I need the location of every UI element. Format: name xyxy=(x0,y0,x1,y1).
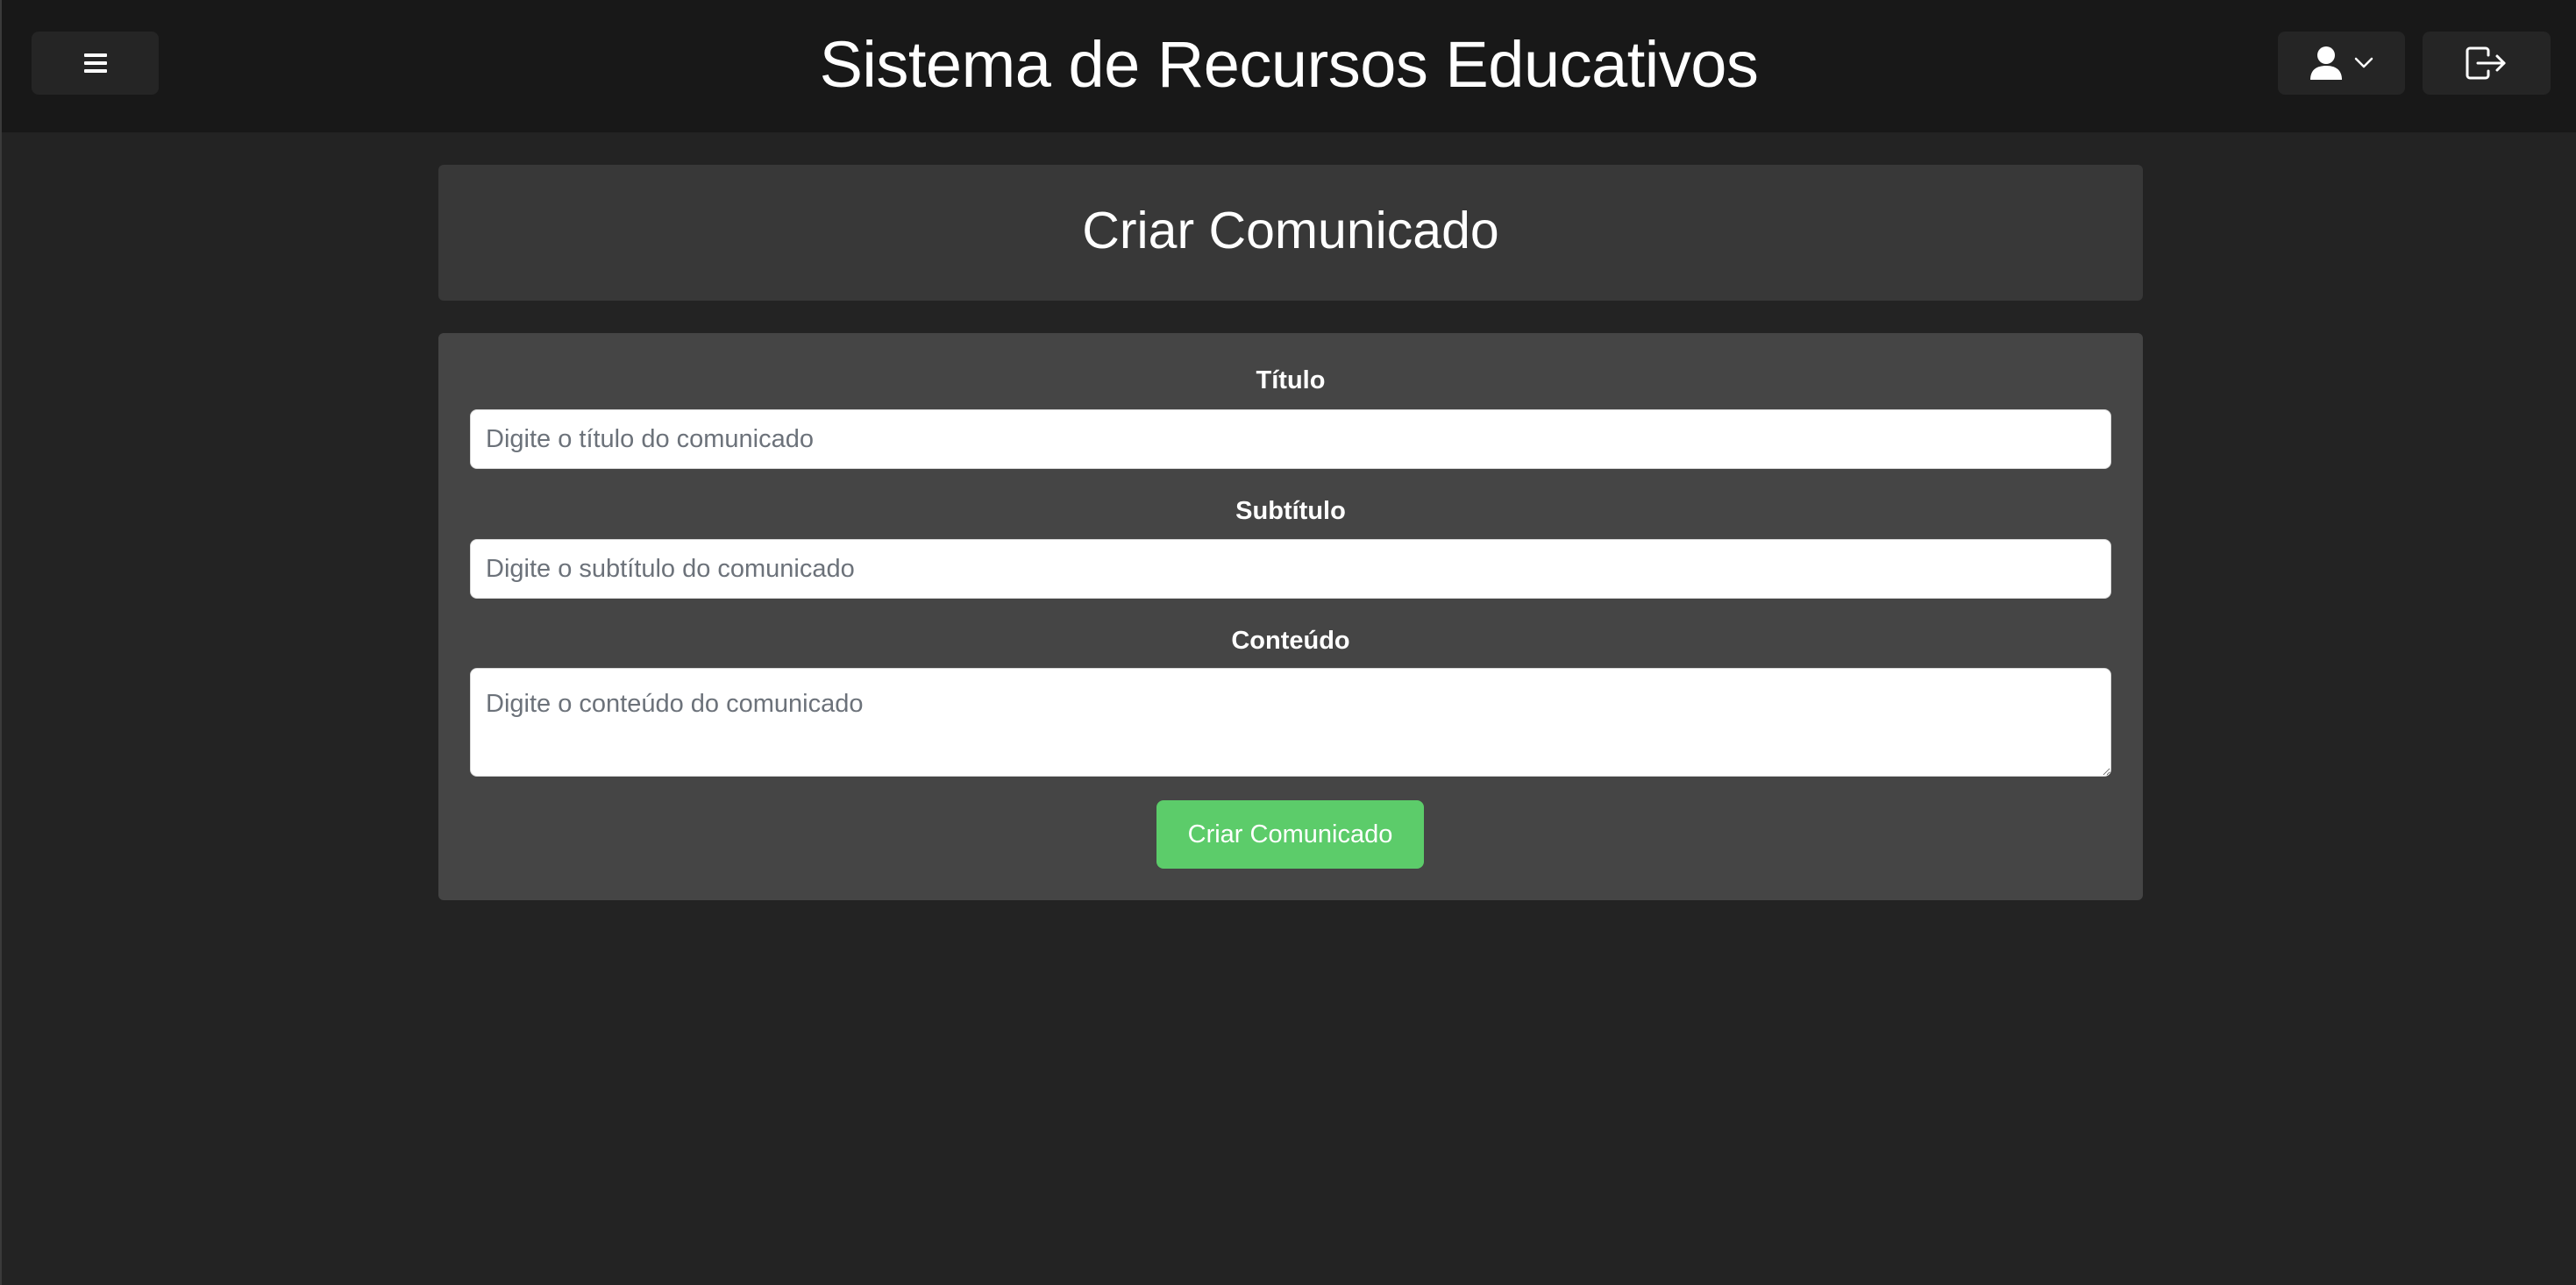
content-textarea[interactable] xyxy=(470,668,2111,777)
title-field-label: Título xyxy=(1256,366,1326,394)
create-announcement-button[interactable]: Criar Comunicado xyxy=(1156,800,1424,869)
user-menu-button[interactable] xyxy=(2278,32,2405,95)
subtitle-input[interactable] xyxy=(470,539,2111,599)
chevron-down-icon xyxy=(2354,57,2373,69)
page-header-card: Criar Comunicado xyxy=(438,165,2143,301)
content-field-label: Conteúdo xyxy=(1231,627,1350,655)
top-navbar: Sistema de Recursos Educativos xyxy=(2,0,2576,132)
logout-icon xyxy=(2466,46,2508,80)
user-icon xyxy=(2309,46,2342,80)
app-title: Sistema de Recursos Educativos xyxy=(819,28,1759,101)
logout-button[interactable] xyxy=(2423,32,2551,95)
create-announcement-form: Título Subtítulo Conteúdo Criar Comunica… xyxy=(438,333,2143,900)
subtitle-field-label: Subtítulo xyxy=(1235,497,1346,525)
page-title: Criar Comunicado xyxy=(1082,202,1499,259)
title-input[interactable] xyxy=(470,409,2111,469)
